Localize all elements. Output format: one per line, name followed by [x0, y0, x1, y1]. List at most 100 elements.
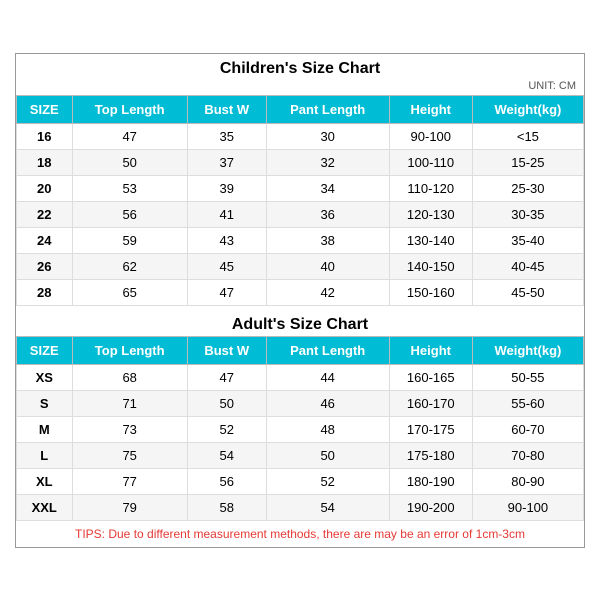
- children-table: SIZE Top Length Bust W Pant Length Heigh…: [16, 95, 584, 306]
- table-cell: 30: [266, 123, 389, 149]
- adult-col-bust-w: Bust W: [187, 336, 266, 364]
- table-cell: 47: [72, 123, 187, 149]
- table-cell: 180-190: [389, 468, 472, 494]
- table-cell: 90-100: [389, 123, 472, 149]
- table-row: 28654742150-16045-50: [17, 279, 584, 305]
- table-cell: 42: [266, 279, 389, 305]
- table-cell: 25-30: [472, 175, 583, 201]
- children-title: Children's Size Chart: [16, 54, 584, 80]
- table-cell: 190-200: [389, 494, 472, 520]
- table-cell: 70-80: [472, 442, 583, 468]
- table-cell: L: [17, 442, 73, 468]
- adult-col-height: Height: [389, 336, 472, 364]
- table-cell: 68: [72, 364, 187, 390]
- table-cell: 28: [17, 279, 73, 305]
- col-weight: Weight(kg): [472, 95, 583, 123]
- table-cell: 26: [17, 253, 73, 279]
- table-cell: 130-140: [389, 227, 472, 253]
- table-cell: 36: [266, 201, 389, 227]
- table-cell: 47: [187, 364, 266, 390]
- table-cell: 40: [266, 253, 389, 279]
- table-row: L755450175-18070-80: [17, 442, 584, 468]
- table-cell: 52: [187, 416, 266, 442]
- col-bust-w: Bust W: [187, 95, 266, 123]
- table-cell: 53: [72, 175, 187, 201]
- table-cell: 120-130: [389, 201, 472, 227]
- chart-container: Children's Size Chart UNIT: CM SIZE Top …: [15, 53, 585, 548]
- adult-header-row: SIZE Top Length Bust W Pant Length Heigh…: [17, 336, 584, 364]
- table-cell: 79: [72, 494, 187, 520]
- table-row: M735248170-17560-70: [17, 416, 584, 442]
- table-cell: 50: [266, 442, 389, 468]
- table-cell: 35: [187, 123, 266, 149]
- table-cell: 59: [72, 227, 187, 253]
- table-row: 18503732100-11015-25: [17, 149, 584, 175]
- table-cell: 50-55: [472, 364, 583, 390]
- children-section: Children's Size Chart UNIT: CM SIZE Top …: [16, 54, 584, 306]
- table-cell: 50: [187, 390, 266, 416]
- table-cell: 170-175: [389, 416, 472, 442]
- table-cell: XL: [17, 468, 73, 494]
- table-cell: 52: [266, 468, 389, 494]
- table-cell: 54: [266, 494, 389, 520]
- table-cell: 35-40: [472, 227, 583, 253]
- table-cell: 100-110: [389, 149, 472, 175]
- children-header-row: SIZE Top Length Bust W Pant Length Heigh…: [17, 95, 584, 123]
- table-cell: 62: [72, 253, 187, 279]
- table-cell: 30-35: [472, 201, 583, 227]
- col-size: SIZE: [17, 95, 73, 123]
- table-row: XL775652180-19080-90: [17, 468, 584, 494]
- table-cell: 38: [266, 227, 389, 253]
- table-cell: 55-60: [472, 390, 583, 416]
- adult-body: XS684744160-16550-55S715046160-17055-60M…: [17, 364, 584, 520]
- table-cell: 41: [187, 201, 266, 227]
- table-row: 1647353090-100<15: [17, 123, 584, 149]
- table-cell: M: [17, 416, 73, 442]
- table-cell: 77: [72, 468, 187, 494]
- table-cell: 50: [72, 149, 187, 175]
- table-cell: 48: [266, 416, 389, 442]
- table-cell: 75: [72, 442, 187, 468]
- adult-col-pant-length: Pant Length: [266, 336, 389, 364]
- table-cell: 80-90: [472, 468, 583, 494]
- table-cell: 71: [72, 390, 187, 416]
- table-cell: S: [17, 390, 73, 416]
- table-cell: 34: [266, 175, 389, 201]
- table-cell: 60-70: [472, 416, 583, 442]
- table-cell: 20: [17, 175, 73, 201]
- table-row: XXL795854190-20090-100: [17, 494, 584, 520]
- children-body: 1647353090-100<1518503732100-11015-25205…: [17, 123, 584, 305]
- table-cell: XS: [17, 364, 73, 390]
- table-cell: 18: [17, 149, 73, 175]
- table-row: 22564136120-13030-35: [17, 201, 584, 227]
- tips-text: TIPS: Due to different measurement metho…: [16, 521, 584, 547]
- table-cell: <15: [472, 123, 583, 149]
- table-cell: 32: [266, 149, 389, 175]
- table-cell: 73: [72, 416, 187, 442]
- col-pant-length: Pant Length: [266, 95, 389, 123]
- table-cell: 24: [17, 227, 73, 253]
- table-cell: 58: [187, 494, 266, 520]
- table-cell: 56: [187, 468, 266, 494]
- table-row: 20533934110-12025-30: [17, 175, 584, 201]
- unit-label: UNIT: CM: [16, 80, 584, 95]
- table-cell: 65: [72, 279, 187, 305]
- table-row: S715046160-17055-60: [17, 390, 584, 416]
- table-cell: 45: [187, 253, 266, 279]
- table-row: XS684744160-16550-55: [17, 364, 584, 390]
- table-cell: 37: [187, 149, 266, 175]
- table-cell: 40-45: [472, 253, 583, 279]
- adult-table: SIZE Top Length Bust W Pant Length Heigh…: [16, 336, 584, 521]
- table-cell: 160-165: [389, 364, 472, 390]
- adult-title: Adult's Size Chart: [16, 310, 584, 336]
- table-cell: 45-50: [472, 279, 583, 305]
- table-cell: 160-170: [389, 390, 472, 416]
- table-cell: 150-160: [389, 279, 472, 305]
- col-height: Height: [389, 95, 472, 123]
- table-cell: 22: [17, 201, 73, 227]
- table-row: 26624540140-15040-45: [17, 253, 584, 279]
- table-row: 24594338130-14035-40: [17, 227, 584, 253]
- table-cell: 46: [266, 390, 389, 416]
- adult-col-top-length: Top Length: [72, 336, 187, 364]
- col-top-length: Top Length: [72, 95, 187, 123]
